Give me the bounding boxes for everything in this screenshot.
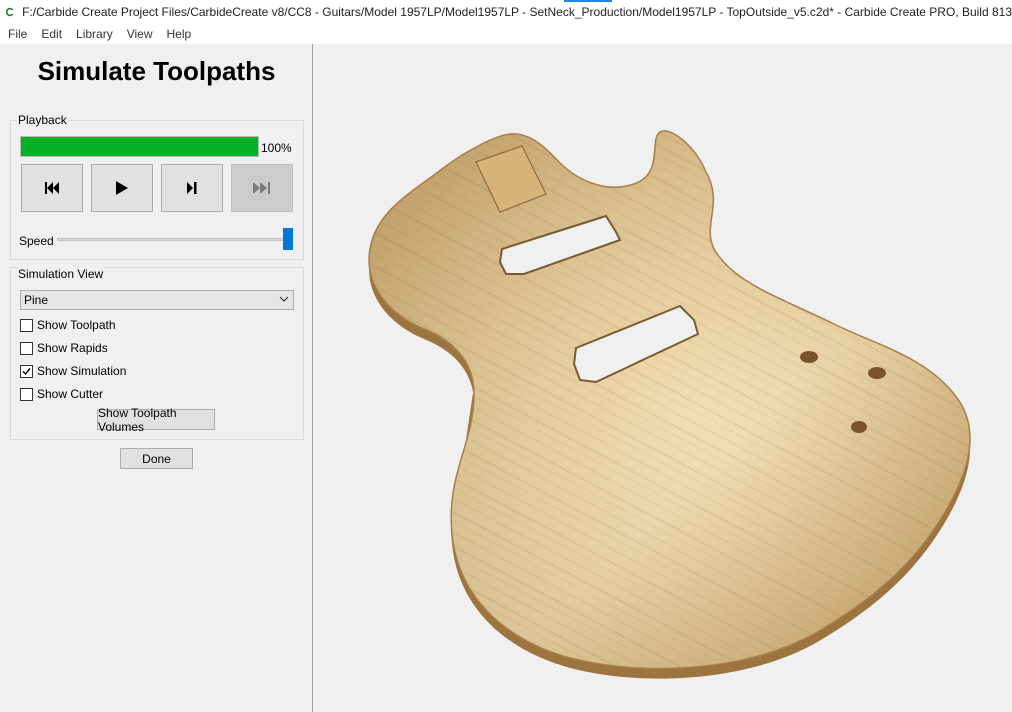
speed-slider-track[interactable] xyxy=(57,238,291,241)
show-toolpath-checkbox[interactable] xyxy=(20,318,33,332)
skip-to-start-icon xyxy=(45,182,59,194)
control-hole-2 xyxy=(868,367,886,379)
menu-view[interactable]: View xyxy=(120,27,160,41)
window-title: F:/Carbide Create Project Files/CarbideC… xyxy=(22,5,1012,19)
show-toolpath-option[interactable]: Show Toolpath xyxy=(20,318,116,332)
play-button[interactable] xyxy=(91,164,153,212)
show-toolpath-label: Show Toolpath xyxy=(37,318,116,332)
menu-edit[interactable]: Edit xyxy=(34,27,69,41)
chevron-down-icon xyxy=(279,296,289,302)
show-cutter-label: Show Cutter xyxy=(37,387,104,401)
guitar-body-render xyxy=(368,130,971,679)
progress-fill xyxy=(21,137,258,156)
simulation-viewport[interactable] xyxy=(314,44,1012,712)
skip-to-start-button[interactable] xyxy=(21,164,83,212)
control-hole-3 xyxy=(851,421,867,433)
show-toolpath-volumes-button[interactable]: Show Toolpath Volumes xyxy=(97,406,215,434)
speed-label: Speed xyxy=(19,234,54,248)
play-icon xyxy=(116,181,128,195)
title-accent xyxy=(564,0,612,2)
checkmark-icon xyxy=(22,367,31,375)
show-rapids-checkbox[interactable] xyxy=(20,341,33,355)
done-button[interactable]: Done xyxy=(120,448,193,469)
title-bar: F:/Carbide Create Project Files/CarbideC… xyxy=(0,0,1012,24)
simulate-panel: Simulate Toolpaths Playback 100% Speed S… xyxy=(0,44,313,712)
panel-title: Simulate Toolpaths xyxy=(37,56,276,86)
show-rapids-option[interactable]: Show Rapids xyxy=(20,341,108,355)
menu-library[interactable]: Library xyxy=(69,27,120,41)
show-rapids-label: Show Rapids xyxy=(37,341,108,355)
step-forward-icon xyxy=(187,182,197,194)
step-forward-button[interactable] xyxy=(161,164,223,212)
speed-slider-thumb[interactable] xyxy=(283,228,293,250)
material-select[interactable]: Pine xyxy=(20,290,294,310)
menu-help[interactable]: Help xyxy=(160,27,199,41)
progress-percent: 100% xyxy=(261,141,292,155)
playback-group-label: Playback xyxy=(17,113,68,127)
show-simulation-label: Show Simulation xyxy=(37,364,127,378)
skip-to-end-button[interactable] xyxy=(231,164,293,212)
show-cutter-checkbox[interactable] xyxy=(20,387,33,401)
material-select-value: Pine xyxy=(24,293,49,307)
simulation-view-label: Simulation View xyxy=(17,267,105,281)
playback-progress-bar xyxy=(20,136,259,157)
control-hole-1 xyxy=(800,351,818,363)
skip-to-end-icon xyxy=(253,182,270,194)
show-cutter-option[interactable]: Show Cutter xyxy=(20,387,103,401)
show-simulation-option[interactable]: Show Simulation xyxy=(20,364,126,378)
menu-bar: File Edit Library View Help xyxy=(0,24,1012,44)
menu-file[interactable]: File xyxy=(0,27,34,41)
app-logo-icon xyxy=(6,7,14,17)
show-simulation-checkbox[interactable] xyxy=(20,364,33,378)
